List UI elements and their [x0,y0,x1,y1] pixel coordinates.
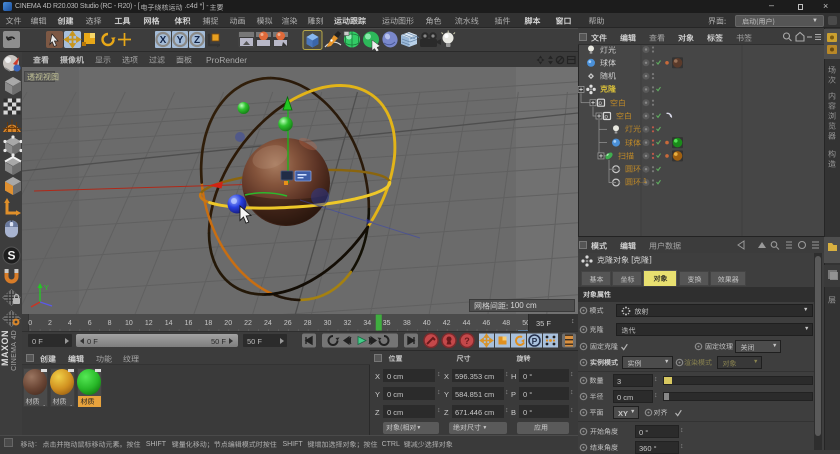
svg-text:35: 35 [383,320,391,327]
svg-text:X: X [160,35,167,46]
svg-text:S: S [7,249,15,263]
svg-text:?: ? [464,336,470,346]
svg-text:P: P [532,336,538,346]
svg-text:Y: Y [177,35,184,46]
svg-text:Y: Y [44,285,49,292]
svg-text:Z: Z [194,35,200,46]
svg-text:024681012141618202224262830323: 0 2 4 6 8 10 12 14 16 18 20 22 24 26 28 30 32 34 38 40 42 44 4… [28,320,530,327]
